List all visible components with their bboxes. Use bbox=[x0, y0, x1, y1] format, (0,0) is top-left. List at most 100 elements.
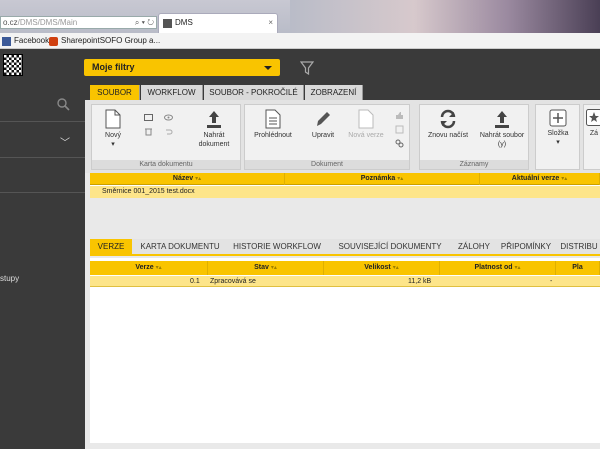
row-name: Směrnice 001_2015 test.docx bbox=[102, 188, 195, 195]
bookmark-sharepoint[interactable]: SharepointSOFO Group a... bbox=[49, 33, 160, 49]
versions-header: Verze ▾▴ Stav ▾▴ Velikost ▾▴ Platnost od… bbox=[90, 261, 600, 275]
address-bar[interactable]: o.cz/DMS/DMS/Main ⌕ ▾ ↻ bbox=[0, 16, 157, 29]
new-version-icon bbox=[358, 109, 374, 129]
tab-soubor-pokrocile[interactable]: SOUBOR - POKROČILÉ bbox=[204, 85, 304, 100]
column-label: Pla bbox=[572, 264, 583, 271]
delete-icon[interactable] bbox=[144, 127, 153, 136]
column-platnost-od[interactable]: Platnost od ▾▴ bbox=[440, 261, 556, 275]
search-icon[interactable]: ⌕ bbox=[135, 18, 139, 27]
column-velikost[interactable]: Velikost ▾▴ bbox=[324, 261, 440, 275]
bookmark-label: Facebook bbox=[14, 36, 50, 45]
ribbon-tabs: SOUBOR WORKFLOW SOUBOR - POKROČILÉ ZOBRA… bbox=[85, 85, 600, 100]
tab-close-icon[interactable]: × bbox=[268, 14, 273, 32]
url-actions[interactable]: ⌕ ▾ ↻ bbox=[135, 17, 154, 28]
sidebar-section[interactable] bbox=[0, 122, 85, 158]
dropdown-icon[interactable]: ▾ bbox=[142, 18, 145, 27]
checkbox-icon[interactable] bbox=[395, 125, 404, 134]
undo-icon[interactable] bbox=[164, 127, 173, 136]
sidebar-item-label[interactable]: stupy bbox=[0, 274, 19, 283]
sort-icon[interactable]: ▾▴ bbox=[156, 265, 162, 271]
tab-souvisejici-dokumenty[interactable]: SOUVISEJÍCÍ DOKUMENTY bbox=[328, 239, 452, 254]
upload-icon bbox=[495, 111, 509, 128]
eye-icon[interactable] bbox=[164, 113, 173, 122]
link-icon[interactable] bbox=[395, 139, 404, 148]
column-aktualni-verze[interactable]: Aktuální verze ▾▴ bbox=[480, 173, 600, 185]
tab-pripominky[interactable]: PŘIPOMÍNKY bbox=[496, 239, 556, 254]
tab-zobrazeni[interactable]: ZOBRAZENÍ bbox=[305, 85, 363, 100]
group-favorites: Zá bbox=[583, 104, 600, 170]
column-nazev[interactable]: Název ▾▴ bbox=[90, 173, 285, 185]
reload-icon[interactable]: ↻ bbox=[147, 18, 154, 27]
favorites-label: Zá bbox=[589, 130, 599, 137]
group-label: Záznamy bbox=[420, 160, 528, 169]
tab-historie-workflow[interactable]: HISTORIE WORKFLOW bbox=[228, 239, 326, 254]
bookmarks-bar: Facebook SharepointSOFO Group a... bbox=[0, 33, 600, 49]
view-label: Prohlédnout bbox=[254, 132, 292, 139]
edit-label: Upravit bbox=[311, 132, 335, 139]
tab-distribuce[interactable]: DISTRIBU bbox=[558, 239, 600, 254]
new-document-icon bbox=[105, 109, 121, 129]
sort-icon[interactable]: ▾▴ bbox=[393, 265, 399, 271]
tab-zalohy[interactable]: ZÁLOHY bbox=[454, 239, 494, 254]
cell-size: 11,2 kB bbox=[408, 278, 432, 285]
sort-icon[interactable]: ▾▴ bbox=[561, 176, 567, 182]
view-document-icon bbox=[265, 109, 281, 129]
thumbs-up-icon[interactable] bbox=[395, 111, 404, 120]
upload-files-label: Nahrát soubor (y) bbox=[479, 132, 525, 148]
cell-valid-from: - bbox=[550, 278, 553, 285]
browser-tab[interactable]: DMS × bbox=[158, 13, 278, 33]
add-folder-icon bbox=[549, 109, 567, 127]
table-row[interactable]: 0.1 Zpracovává se 11,2 kB - bbox=[90, 276, 600, 287]
filter-icon[interactable] bbox=[300, 61, 314, 75]
sort-icon[interactable]: ▾▴ bbox=[195, 176, 201, 182]
favorites-button[interactable]: Zá bbox=[585, 109, 600, 138]
cell-state: Zpracovává se bbox=[210, 278, 256, 285]
reload-button[interactable]: Znovu načíst bbox=[422, 109, 474, 140]
app-header: Moje filtry bbox=[0, 49, 600, 85]
group-zaznamy: Znovu načíst Nahrát soubor (y) Záznamy bbox=[419, 104, 529, 170]
column-stav[interactable]: Stav ▾▴ bbox=[208, 261, 324, 275]
app-logo bbox=[3, 54, 23, 76]
upload-document-button[interactable]: Nahrát dokument bbox=[192, 109, 236, 149]
bookmark-facebook[interactable]: Facebook bbox=[2, 33, 49, 49]
column-poznamka[interactable]: Poznámka ▾▴ bbox=[285, 173, 480, 185]
sort-icon[interactable]: ▾▴ bbox=[397, 176, 403, 182]
column-label: Poznámka bbox=[360, 175, 396, 182]
card-icon[interactable] bbox=[144, 113, 153, 122]
column-platnost-do[interactable]: Pla bbox=[556, 261, 600, 275]
column-label: Platnost od bbox=[474, 264, 513, 271]
tab-favicon-icon bbox=[163, 19, 172, 28]
url-path: /DMS/DMS/Main bbox=[17, 18, 78, 27]
table-row[interactable]: Směrnice 001_2015 test.docx bbox=[90, 186, 600, 198]
sidebar-item[interactable] bbox=[0, 158, 85, 193]
edit-button[interactable]: Upravit bbox=[303, 109, 343, 140]
tab-karta-dokumentu[interactable]: KARTA DOKUMENTU bbox=[134, 239, 226, 254]
search-icon[interactable] bbox=[57, 98, 70, 111]
folder-label: Složka bbox=[547, 130, 569, 137]
new-button[interactable]: Nový ▾ bbox=[96, 109, 130, 149]
sort-icon[interactable]: ▾▴ bbox=[515, 265, 521, 271]
grid-header: Název ▾▴ Poznámka ▾▴ Aktuální verze ▾▴ bbox=[90, 173, 600, 185]
my-filters-dropdown[interactable]: Moje filtry bbox=[84, 59, 280, 76]
sidebar-search[interactable] bbox=[0, 85, 85, 122]
tab-verze[interactable]: VERZE bbox=[90, 239, 132, 254]
column-verze[interactable]: Verze ▾▴ bbox=[90, 261, 208, 275]
upload-files-button[interactable]: Nahrát soubor (y) bbox=[476, 109, 528, 149]
sort-icon[interactable]: ▾▴ bbox=[271, 265, 277, 271]
tab-soubor[interactable]: SOUBOR bbox=[90, 85, 140, 100]
tab-workflow[interactable]: WORKFLOW bbox=[141, 85, 203, 100]
view-button[interactable]: Prohlédnout bbox=[249, 109, 297, 140]
browser-toolbar: o.cz/DMS/DMS/Main ⌕ ▾ ↻ DMS × bbox=[0, 0, 600, 33]
cell-version: 0.1 bbox=[190, 278, 200, 285]
pencil-icon bbox=[317, 112, 330, 126]
new-version-label: Nová verze bbox=[348, 132, 384, 139]
folder-button[interactable]: Složka ▾ bbox=[538, 109, 578, 147]
group-slozka: Složka ▾ bbox=[535, 104, 580, 170]
bookmark-label: SharepointSOFO Group a... bbox=[61, 36, 161, 45]
url-host: o.cz bbox=[3, 18, 18, 27]
new-version-button[interactable]: Nová verze bbox=[345, 109, 387, 140]
upload-document-label: Nahrát dokument bbox=[198, 132, 230, 148]
chevron-down-icon[interactable]: ﹀ bbox=[60, 134, 70, 149]
group-karta-dokumentu: Nový ▾ Nahrát dokument Karta dokumentu bbox=[91, 104, 241, 170]
group-label: Karta dokumentu bbox=[92, 160, 240, 169]
